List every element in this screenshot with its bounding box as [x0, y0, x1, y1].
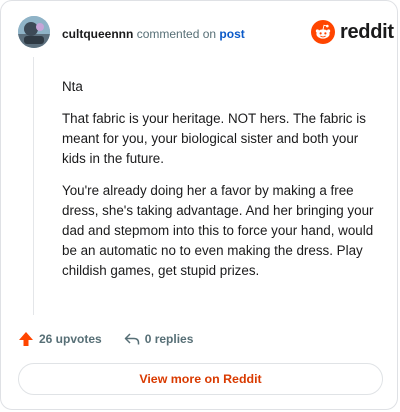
reddit-logo[interactable]: reddit [311, 20, 394, 44]
post-link[interactable]: post [219, 27, 244, 41]
thread-line [33, 57, 34, 315]
view-more-on-reddit-button[interactable]: View more on Reddit [18, 363, 383, 395]
comment-paragraph: That fabric is your heritage. NOT hers. … [62, 111, 366, 166]
upvote-count: 26 upvotes [39, 332, 102, 346]
upvote-button[interactable]: 26 upvotes [18, 331, 102, 347]
comment-header: cultqueennn commented on post [62, 27, 245, 41]
comment-paragraph: Nta [62, 79, 83, 94]
reddit-wordmark: reddit [340, 20, 394, 43]
upvote-arrow-icon [19, 332, 33, 346]
reply-count: 0 replies [144, 332, 194, 346]
reply-arrow-icon [124, 333, 139, 345]
view-more-label: View more on Reddit [139, 372, 262, 386]
avatar[interactable] [18, 16, 50, 48]
comment-actions: 26 upvotes 0 replies [18, 331, 193, 347]
reddit-snoo-icon [311, 20, 335, 44]
embedded-comment-card: cultqueennn commented on post reddit Nta… [0, 0, 398, 410]
username[interactable]: cultqueennn [62, 27, 133, 41]
action-text: commented on [136, 27, 217, 41]
replies-button[interactable]: 0 replies [124, 332, 194, 346]
comment-body: Nta That fabric is your heritage. NOT he… [62, 77, 380, 293]
comment-paragraph: You're already doing her a favor by maki… [62, 183, 374, 278]
avatar-image [18, 16, 50, 48]
